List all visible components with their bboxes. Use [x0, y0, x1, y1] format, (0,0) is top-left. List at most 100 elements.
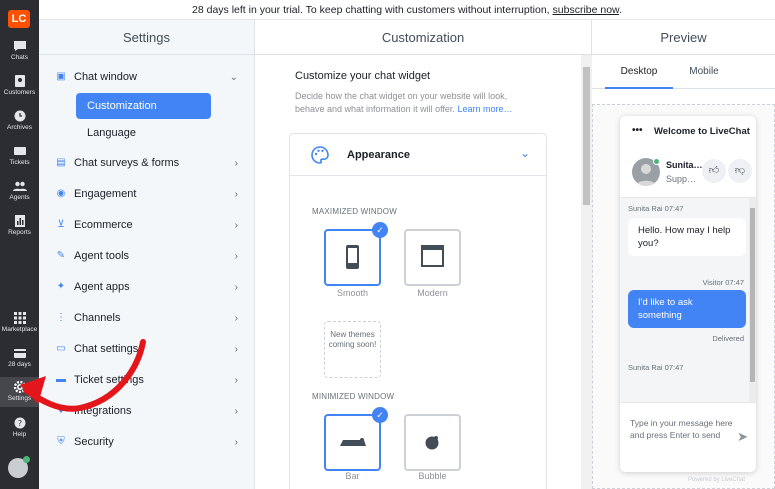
clock-icon	[14, 110, 25, 122]
chevron-right-icon: ›	[234, 436, 238, 448]
subscribe-link[interactable]: subscribe now	[553, 4, 620, 16]
widget-title: Welcome to LiveChat	[654, 126, 750, 137]
chevron-down-icon: ⌄	[229, 71, 238, 83]
ticket-settings-icon: ▬	[56, 374, 66, 385]
bubble-icon	[425, 436, 439, 450]
nav-agent-apps[interactable]: ✦ Agent apps ›	[56, 277, 246, 297]
rail-item-chats[interactable]: Chats	[0, 40, 39, 68]
reports-icon	[14, 215, 25, 227]
trial-banner-end: .	[619, 4, 622, 16]
scrollbar-thumb[interactable]	[583, 67, 590, 205]
rail-item-tickets[interactable]: Tickets	[0, 145, 39, 173]
rail-label: Settings	[7, 395, 32, 402]
ticket-icon	[13, 147, 26, 155]
chevron-right-icon: ›	[234, 188, 238, 200]
grid-icon	[13, 312, 26, 324]
nav-chat-settings[interactable]: ▭ Chat settings ›	[56, 339, 246, 359]
minimized-bar-option[interactable]: ✓	[324, 407, 388, 471]
livechat-logo[interactable]: LC	[8, 10, 30, 28]
visitor-message: I'd like to ask something	[628, 290, 746, 328]
rail-item-reports[interactable]: Reports	[0, 215, 39, 243]
preview-panel: Preview Desktop Mobile ••• Welcome to Li…	[592, 20, 775, 489]
nav-label: Security	[74, 436, 114, 448]
phone-icon	[346, 245, 359, 269]
rail-item-agents[interactable]: Agents	[0, 180, 39, 208]
nav-label: Engagement	[74, 188, 137, 200]
trial-banner-text: 28 days left in your trial. To keep chat…	[192, 4, 553, 16]
nav-ticket-settings[interactable]: ▬ Ticket settings ›	[56, 370, 246, 390]
rail-item-help[interactable]: ? Help	[0, 417, 39, 445]
rail-label: Reports	[8, 229, 31, 236]
nav-label: Channels	[74, 312, 121, 324]
rail-item-marketplace[interactable]: Marketplace	[0, 312, 39, 340]
rail-label: Marketplace	[1, 326, 38, 333]
thumbs-up-icon[interactable]: 👍︎	[702, 159, 726, 183]
agent-message: Hello. How may I help you?	[628, 218, 746, 256]
rail-item-archives[interactable]: Archives	[0, 110, 39, 138]
chevron-right-icon: ›	[234, 405, 238, 417]
send-icon[interactable]: ➤	[737, 429, 748, 445]
minimized-window-label: MINIMIZED WINDOW	[312, 392, 395, 401]
nav-chat-window[interactable]: ▣ Chat window ⌄	[56, 67, 246, 87]
thumbs-down-icon[interactable]: 👎︎	[728, 159, 752, 183]
chat-widget-preview: ••• Welcome to LiveChat Sunita… Supp… 👍︎…	[620, 116, 756, 472]
chat-icon	[13, 41, 26, 51]
rail-item-settings[interactable]: Settings	[0, 377, 39, 407]
customization-title: Customization	[255, 20, 591, 55]
check-icon: ✓	[372, 222, 388, 238]
tab-mobile[interactable]: Mobile	[673, 55, 735, 89]
learn-more-link[interactable]: Learn more…	[457, 104, 512, 114]
user-avatar[interactable]	[8, 456, 30, 478]
agents-icon	[12, 181, 27, 191]
powered-by-label: Powered by LiveChat	[688, 477, 746, 483]
theme-modern-option[interactable]	[404, 229, 461, 286]
left-rail: LC Chats Customers Archives Tickets Agen…	[0, 0, 39, 489]
trial-banner: 28 days left in your trial. To keep chat…	[39, 0, 775, 20]
form-icon: ▤	[56, 157, 66, 168]
nav-customization[interactable]: Customization	[76, 93, 211, 119]
nav-label: Chat surveys & forms	[74, 157, 180, 169]
chevron-right-icon: ›	[234, 281, 238, 293]
agent-name: Sunita…	[666, 160, 703, 170]
customization-scrollbar[interactable]	[581, 55, 592, 489]
messages-scrollbar[interactable]	[749, 198, 756, 402]
nav-agent-tools[interactable]: ✎ Agent tools ›	[56, 246, 246, 266]
rail-item-trial[interactable]: 28 days	[0, 347, 39, 375]
new-themes-placeholder: New themes coming soon!	[324, 321, 381, 378]
chevron-right-icon: ›	[234, 374, 238, 386]
nav-security[interactable]: ⛨ Security ›	[56, 432, 246, 452]
nav-engagement[interactable]: ◉ Engagement ›	[56, 184, 246, 204]
appearance-header[interactable]: Appearance ⌄	[290, 134, 546, 176]
more-icon[interactable]: •••	[632, 125, 643, 136]
chevron-right-icon: ›	[234, 157, 238, 169]
chat-settings-icon: ▭	[56, 343, 66, 354]
maximized-window-label: MAXIMIZED WINDOW	[312, 207, 397, 216]
gear-icon	[13, 381, 26, 393]
customize-description: Decide how the chat widget on your websi…	[295, 90, 535, 116]
window-icon: ▣	[56, 71, 66, 82]
message-list: Sunita Rai 07:47 Hello. How may I help y…	[620, 198, 756, 402]
message-input[interactable]: Type in your message here and press Ente…	[620, 402, 756, 472]
customers-icon	[14, 75, 25, 87]
message-meta: Sunita Rai 07:47	[628, 204, 684, 213]
nav-chat-surveys[interactable]: ▤ Chat surveys & forms ›	[56, 153, 246, 173]
integrations-icon: ♦	[58, 405, 64, 416]
nav-integrations[interactable]: ♦ Integrations ›	[56, 401, 246, 421]
card-icon	[13, 349, 26, 358]
minimized-bubble-option[interactable]	[404, 414, 461, 471]
settings-title: Settings	[39, 20, 254, 55]
chevron-down-icon[interactable]: ⌄	[520, 146, 530, 160]
check-icon: ✓	[372, 407, 388, 423]
nav-channels[interactable]: ⋮ Channels ›	[56, 308, 246, 328]
tab-desktop[interactable]: Desktop	[605, 55, 673, 89]
agent-online-dot	[653, 158, 660, 165]
nav-language[interactable]: Language	[76, 120, 211, 146]
message-meta: Sunita Rai 07:47	[628, 363, 684, 372]
theme-smooth-option[interactable]: ✓	[324, 222, 388, 286]
nav-ecommerce[interactable]: ⊻ Ecommerce ›	[56, 215, 246, 235]
apps-icon: ✦	[56, 281, 66, 292]
palette-icon	[311, 146, 329, 164]
message-input-placeholder: Type in your message here and press Ente…	[630, 418, 733, 440]
rail-item-customers[interactable]: Customers	[0, 75, 39, 103]
scrollbar-thumb[interactable]	[750, 208, 755, 382]
